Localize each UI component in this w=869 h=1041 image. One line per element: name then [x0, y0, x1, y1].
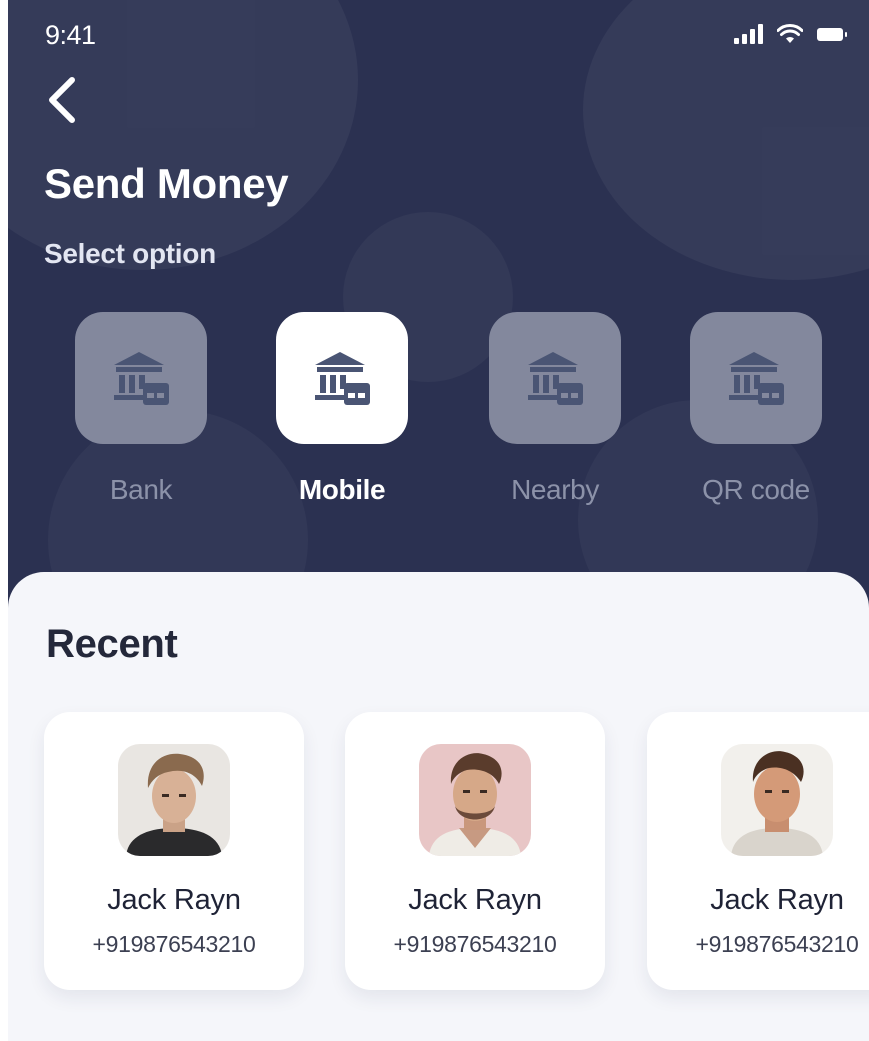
contact-phone: +919876543210: [92, 931, 256, 957]
option-bank[interactable]: Bank: [56, 312, 226, 506]
page-title: Send Money: [44, 160, 289, 207]
bank-icon: [729, 352, 784, 405]
wifi-icon: [777, 24, 803, 43]
option-label: Bank: [109, 474, 173, 505]
option-label: Mobile: [298, 474, 386, 505]
status-time: 9:41: [45, 20, 96, 50]
recent-contact-card[interactable]: Jack Rayn +919876543210: [345, 712, 605, 990]
back-arrow-icon[interactable]: [42, 74, 82, 126]
recent-contact-card[interactable]: Jack Rayn +919876543210: [647, 712, 869, 990]
recent-heading: Recent: [46, 622, 178, 666]
battery-icon: [817, 27, 847, 41]
contact-phone: +919876543210: [393, 931, 557, 957]
status-icons: [734, 24, 847, 44]
contact-name: Jack Rayn: [107, 884, 241, 916]
avatar: [419, 744, 531, 856]
bank-icon: [315, 352, 370, 405]
header: 9:41 Send Money Select option Bank Mobil…: [8, 0, 869, 640]
option-mobile[interactable]: Mobile: [257, 312, 427, 506]
bank-icon: [528, 352, 583, 405]
page-subtitle: Select option: [44, 238, 216, 269]
contact-phone: +919876543210: [695, 931, 859, 957]
option-tile[interactable]: [489, 312, 621, 444]
option-tile[interactable]: [276, 312, 408, 444]
signal-icon: [734, 24, 763, 44]
option-tile[interactable]: [690, 312, 822, 444]
contact-name: Jack Rayn: [408, 884, 542, 916]
option-tile[interactable]: [75, 312, 207, 444]
option-label: QR code: [702, 474, 810, 505]
option-qr-code[interactable]: QR code: [671, 312, 841, 506]
option-nearby[interactable]: Nearby: [470, 312, 640, 506]
contact-name: Jack Rayn: [710, 884, 844, 916]
avatar: [118, 744, 230, 856]
avatar: [721, 744, 833, 856]
recent-contact-card[interactable]: Jack Rayn +919876543210: [44, 712, 304, 990]
recent-sheet: Recent Jack Rayn +919876543210 Jack Rayn…: [8, 572, 869, 1041]
send-money-screen: 9:41 Send Money Select option Bank Mobil…: [0, 0, 869, 1041]
bank-icon: [114, 352, 169, 405]
option-label: Nearby: [511, 474, 599, 505]
